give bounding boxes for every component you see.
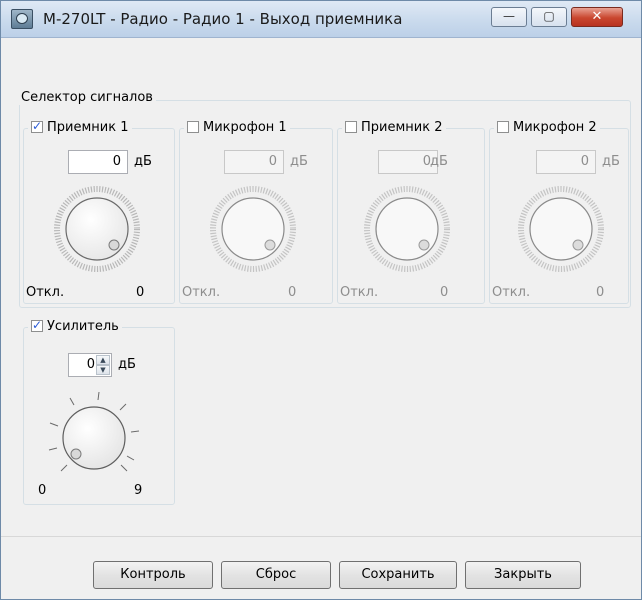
- knob-min-label: Откл.: [26, 285, 65, 300]
- knob-min-label: Откл.: [182, 285, 221, 300]
- minimize-icon: —: [503, 9, 515, 23]
- amplifier-label: Усилитель: [47, 319, 119, 334]
- checkbox-icon[interactable]: [345, 121, 357, 133]
- stepper-up-icon[interactable]: ▲: [96, 355, 110, 365]
- amplifier-knob[interactable]: [46, 390, 142, 486]
- stepper-down-icon[interactable]: ▼: [96, 365, 110, 375]
- amplifier-unit: дБ: [118, 357, 136, 372]
- channel-checkbox-receiver-1[interactable]: Приемник 1: [28, 119, 132, 135]
- channel-label: Микрофон 2: [513, 120, 597, 135]
- gain-unit: дБ: [602, 154, 620, 169]
- checkbox-icon[interactable]: [497, 121, 509, 133]
- channel-checkbox-microphone-2[interactable]: Микрофон 2: [494, 120, 600, 135]
- footer-divider: [1, 536, 641, 537]
- channel-label: Микрофон 1: [203, 120, 287, 135]
- app-icon: [11, 9, 33, 29]
- gain-unit: дБ: [430, 154, 448, 169]
- maximize-button[interactable]: ▢: [531, 7, 567, 27]
- channel-label: Приемник 2: [361, 120, 443, 135]
- checkbox-icon[interactable]: [187, 121, 199, 133]
- channel-group-microphone-2: Микрофон 2 0 дБ Откл. 0: [489, 120, 629, 304]
- title-bar[interactable]: M-270LT - Радио - Радио 1 - Выход приемн…: [1, 1, 641, 38]
- dialog-window: M-270LT - Радио - Радио 1 - Выход приемн…: [0, 0, 642, 600]
- reset-button[interactable]: Сброс: [221, 561, 331, 589]
- save-button[interactable]: Сохранить: [339, 561, 457, 589]
- checkbox-icon[interactable]: [31, 119, 43, 133]
- channel-checkbox-receiver-2[interactable]: Приемник 2: [342, 120, 446, 135]
- knob-max-label: 0: [596, 285, 605, 300]
- gain-field[interactable]: 0: [224, 150, 284, 174]
- gain-unit: дБ: [134, 154, 152, 169]
- dialog-client-area: Селектор сигналов Приемник 1 0 дБ Откл. …: [1, 38, 641, 599]
- knob-max-label: 0: [136, 285, 145, 300]
- gain-knob[interactable]: [208, 184, 298, 274]
- gain-unit: дБ: [290, 154, 308, 169]
- maximize-icon: ▢: [543, 9, 555, 23]
- amplifier-group: Усилитель 0 ▲ ▼ дБ: [23, 318, 175, 505]
- channel-group-receiver-1: Приемник 1 0 дБ Откл. 0: [23, 119, 175, 304]
- knob-max-label: 0: [440, 285, 449, 300]
- channel-checkbox-microphone-1[interactable]: Микрофон 1: [184, 120, 290, 135]
- gain-field[interactable]: 0: [68, 150, 128, 174]
- gain-field[interactable]: 0: [536, 150, 596, 174]
- amplifier-value[interactable]: 0: [69, 354, 95, 376]
- knob-max-label: 0: [288, 285, 297, 300]
- close-window-button[interactable]: ✕: [571, 7, 623, 27]
- close-button[interactable]: Закрыть: [465, 561, 581, 589]
- gain-knob[interactable]: [516, 184, 606, 274]
- signal-selector-label: Селектор сигналов: [18, 90, 156, 105]
- window-title: M-270LT - Радио - Радио 1 - Выход приемн…: [43, 10, 403, 28]
- amplifier-min-label: 0: [38, 483, 47, 498]
- amplifier-stepper[interactable]: 0 ▲ ▼: [68, 353, 112, 377]
- amplifier-max-label: 9: [134, 483, 143, 498]
- gain-field[interactable]: 0: [378, 150, 438, 174]
- control-button[interactable]: Контроль: [93, 561, 213, 589]
- channel-group-receiver-2: Приемник 2 0 дБ Откл. 0: [337, 120, 485, 304]
- channel-label: Приемник 1: [47, 120, 129, 135]
- minimize-button[interactable]: —: [491, 7, 527, 27]
- gain-knob[interactable]: [52, 184, 142, 274]
- gain-knob[interactable]: [362, 184, 452, 274]
- amplifier-checkbox[interactable]: Усилитель: [28, 318, 122, 334]
- knob-min-label: Откл.: [492, 285, 531, 300]
- knob-min-label: Откл.: [340, 285, 379, 300]
- close-icon: ✕: [591, 9, 603, 24]
- stepper-arrows: ▲ ▼: [96, 355, 110, 375]
- checkbox-icon[interactable]: [31, 318, 43, 332]
- channel-group-microphone-1: Микрофон 1 0 дБ Откл. 0: [179, 120, 333, 304]
